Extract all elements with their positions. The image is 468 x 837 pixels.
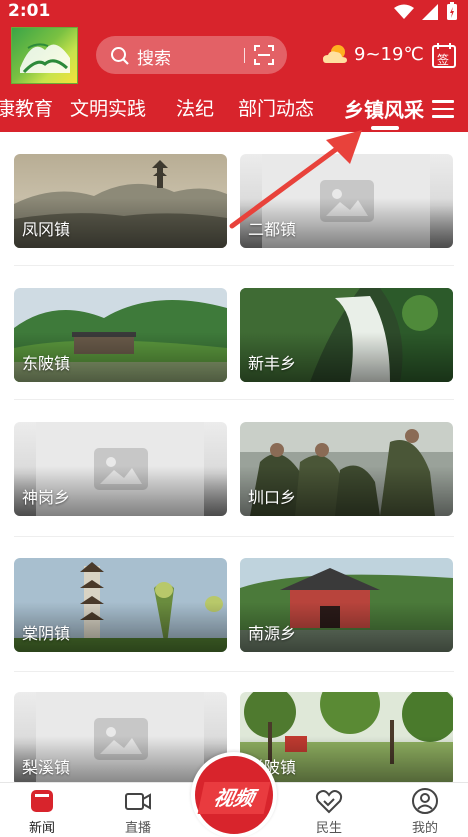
app-header: 搜索 9~19℃ 签 xyxy=(0,24,468,86)
status-bar: 2:01 xyxy=(0,0,468,24)
scan-icon[interactable] xyxy=(254,45,274,65)
town-card[interactable]: 洋陂镇 xyxy=(240,692,453,782)
town-name: 棠阴镇 xyxy=(22,624,71,643)
tab-menu-button[interactable] xyxy=(432,100,454,118)
search-bar[interactable]: 搜索 xyxy=(96,36,287,74)
battery-icon xyxy=(447,2,457,20)
town-name: 南源乡 xyxy=(248,624,297,643)
row-divider xyxy=(14,399,454,400)
town-card[interactable]: 棠阴镇 xyxy=(14,558,227,652)
town-name: 东陂镇 xyxy=(22,354,71,373)
wifi-icon xyxy=(394,4,414,19)
nav-live[interactable]: 直播 xyxy=(108,787,168,836)
video-button[interactable]: 视频 xyxy=(191,752,277,837)
town-card[interactable]: 东陂镇 xyxy=(14,288,227,382)
town-name: 梨溪镇 xyxy=(22,758,71,777)
search-divider xyxy=(244,48,245,63)
signal-icon xyxy=(422,3,438,20)
row-divider xyxy=(14,536,454,537)
app-logo[interactable] xyxy=(11,27,78,84)
nav-live-label: 直播 xyxy=(124,821,151,836)
town-card[interactable]: 新丰乡 xyxy=(240,288,453,382)
town-name: 神岗乡 xyxy=(22,488,71,507)
handshake-heart-icon xyxy=(315,790,343,814)
sign-in-label: 签 xyxy=(437,53,450,67)
sign-in-button[interactable]: 签 xyxy=(432,42,456,68)
town-card[interactable]: 梨溪镇 xyxy=(14,692,227,782)
weather-sunny-cloudy-icon xyxy=(323,45,347,63)
category-tabs: 康教育 文明实践 法纪 部门动态 乡镇风采 xyxy=(0,86,468,132)
nav-livelihood[interactable]: 民生 xyxy=(299,787,359,836)
tab-township-showcase[interactable]: 乡镇风采 xyxy=(344,94,424,123)
town-card[interactable]: 圳口乡 xyxy=(240,422,453,516)
town-card[interactable]: 南源乡 xyxy=(240,558,453,652)
weather-widget[interactable]: 9~19℃ xyxy=(322,43,424,65)
search-icon xyxy=(111,47,129,65)
tab-law-discipline[interactable]: 法纪 xyxy=(176,94,214,121)
menu-icon xyxy=(432,100,454,103)
town-name: 二都镇 xyxy=(248,220,297,239)
town-name: 凤冈镇 xyxy=(22,220,71,239)
row-divider xyxy=(14,671,454,672)
row-divider xyxy=(14,265,454,266)
status-icons xyxy=(394,2,458,21)
town-grid: 凤冈镇 二都镇 东陂镇 新丰乡 神岗乡 圳口乡 棠阴镇 南源乡 梨溪镇 洋陂镇 xyxy=(0,132,468,782)
tab-civilization-practice[interactable]: 文明实践 xyxy=(70,94,146,121)
video-camera-icon xyxy=(125,793,151,810)
nav-mine-label: 我的 xyxy=(411,821,438,836)
search-placeholder: 搜索 xyxy=(137,49,171,69)
tab-department-news[interactable]: 部门动态 xyxy=(238,94,314,121)
town-card[interactable]: 凤冈镇 xyxy=(14,154,227,248)
town-card[interactable]: 二都镇 xyxy=(240,154,453,248)
news-icon xyxy=(31,790,53,812)
user-profile-icon xyxy=(412,788,438,814)
town-card[interactable]: 神岗乡 xyxy=(14,422,227,516)
nav-livelihood-label: 民生 xyxy=(315,821,342,836)
town-name: 新丰乡 xyxy=(248,354,297,373)
video-label: 视频 xyxy=(197,782,271,814)
active-tab-indicator xyxy=(371,126,399,130)
status-time: 2:01 xyxy=(8,1,51,21)
nav-news-label: 新闻 xyxy=(28,821,55,836)
nav-mine[interactable]: 我的 xyxy=(395,787,455,836)
tab-health-education[interactable]: 康教育 xyxy=(0,94,53,121)
town-name: 圳口乡 xyxy=(248,488,297,507)
nav-news[interactable]: 新闻 xyxy=(12,787,72,836)
weather-temperature: 9~19℃ xyxy=(354,43,424,65)
